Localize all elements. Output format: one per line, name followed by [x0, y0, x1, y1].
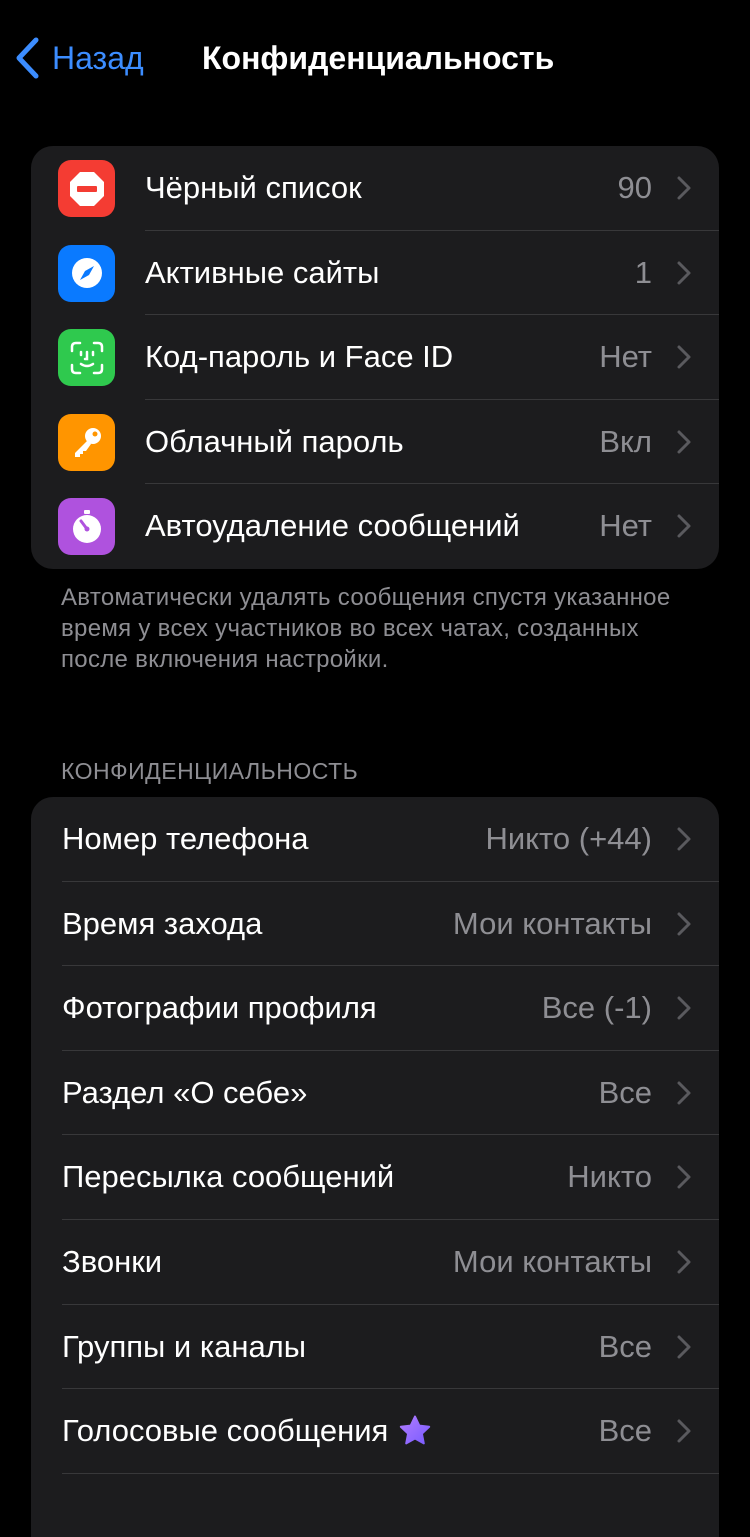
forwarded-messages-row[interactable]: Пересылка сообщений Никто [31, 1135, 719, 1220]
chevron-right-icon [677, 996, 691, 1020]
row-value: Все [598, 1074, 652, 1110]
row-value: Вкл [599, 423, 652, 459]
separator [62, 1472, 719, 1474]
bio-row[interactable]: Раздел «О себе» Все [31, 1051, 719, 1136]
chevron-right-icon [677, 176, 691, 200]
chevron-left-icon [16, 37, 39, 79]
chevron-right-icon [677, 912, 691, 936]
privacy-group: Номер телефона Никто (+44) Время захода … [31, 797, 719, 1537]
row-label: Активные сайты [145, 254, 380, 290]
row-value: Мои контакты [452, 1243, 652, 1279]
profile-photos-row[interactable]: Фотографии профиля Все (-1) [31, 966, 719, 1051]
phone-number-row[interactable]: Номер телефона Никто (+44) [31, 797, 719, 882]
faceid-icon [58, 329, 115, 387]
groups-channels-row[interactable]: Группы и каналы Все [31, 1305, 719, 1390]
chevron-right-icon [677, 261, 691, 285]
row-label-wrap: Голосовые сообщения [62, 1411, 432, 1451]
row-label: Пересылка сообщений [62, 1159, 395, 1195]
active-sites-row[interactable]: Активные сайты 1 [31, 231, 719, 316]
row-label: Голосовые сообщения [62, 1413, 389, 1449]
row-value: Все [598, 1328, 652, 1364]
chevron-right-icon [677, 1335, 691, 1359]
row-label: Фотографии профиля [62, 990, 377, 1026]
auto-delete-footer: Автоматически удалять сообщения спустя у… [61, 584, 671, 673]
row-value: Мои контакты [452, 905, 652, 941]
security-group: Чёрный список 90 Активные сайты 1 Код-па… [31, 146, 719, 569]
row-label: Чёрный список [145, 170, 362, 205]
row-label: Группы и каналы [62, 1328, 307, 1364]
chevron-right-icon [677, 1250, 691, 1274]
blocked-icon [58, 160, 115, 217]
passcode-faceid-row[interactable]: Код-пароль и Face ID Нет [31, 315, 719, 400]
row-label: Автоудаление сообщений [145, 508, 520, 544]
chevron-right-icon [677, 827, 691, 851]
back-label: Назад [52, 40, 144, 76]
timer-icon [58, 498, 115, 556]
chevron-right-icon [677, 514, 691, 538]
row-value: Все [598, 1413, 652, 1449]
row-value: 1 [634, 254, 652, 290]
calls-row[interactable]: Звонки Мои контакты [31, 1220, 719, 1305]
row-value: 90 [617, 170, 652, 205]
row-label: Облачный пароль [145, 423, 404, 459]
chevron-right-icon [677, 1165, 691, 1189]
row-value: Никто [567, 1159, 652, 1195]
navigation-bar: Назад Конфиденциальность [0, 0, 750, 118]
row-label: Звонки [62, 1243, 163, 1279]
row-label: Код-пароль и Face ID [145, 339, 454, 375]
row-value: Все (-1) [541, 990, 652, 1026]
chevron-right-icon [677, 430, 691, 454]
compass-icon [58, 244, 115, 302]
row-label: Раздел «О себе» [62, 1074, 308, 1110]
premium-star-icon [400, 1415, 431, 1445]
cloud-password-row[interactable]: Облачный пароль Вкл [31, 400, 719, 485]
row-label: Время захода [62, 905, 263, 941]
chevron-right-icon [677, 1419, 691, 1443]
row-value: Нет [599, 508, 652, 544]
back-button[interactable]: Назад [14, 36, 144, 80]
last-seen-row[interactable]: Время захода Мои контакты [31, 882, 719, 967]
voice-messages-row[interactable]: Голосовые сообщения Все [31, 1389, 719, 1474]
key-icon [58, 413, 115, 471]
chevron-right-icon [677, 1081, 691, 1105]
page-title: Конфиденциальность [202, 40, 555, 76]
blocked-users-row[interactable]: Чёрный список 90 [31, 146, 719, 231]
chevron-right-icon [677, 345, 691, 369]
row-value: Нет [599, 339, 652, 375]
privacy-section-header: КОНФИДЕНЦИАЛЬНОСТЬ [61, 758, 359, 784]
row-value: Никто (+44) [485, 821, 652, 856]
row-label: Номер телефона [62, 821, 309, 856]
auto-delete-row[interactable]: Автоудаление сообщений Нет [31, 484, 719, 569]
